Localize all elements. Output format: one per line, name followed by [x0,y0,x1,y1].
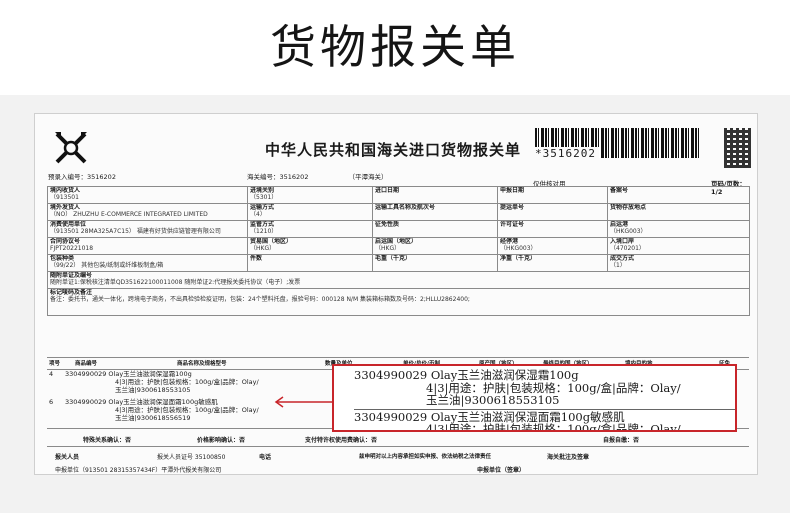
field-row: 随附单证及编号 随附单证1:保税核注清单QD351622100011008 随附单… [47,271,750,289]
zoom-line: 4|3|用途：护肤|包装规格：100g/盒|品牌：Olay/ [426,422,681,432]
divider [47,446,749,447]
field-row: 消费使用单位 （913501 28MA325A7C15） 福建有好货供应链管理有限… [47,220,750,238]
zoom-line: 玉兰油|9300618553105 [426,393,560,407]
list-item: 4|3|用途：护肤|包装规格：100g/盒|品牌：Olay/ [115,406,259,414]
goods-item-number: 6 [49,398,54,406]
customs-number: 海关编号：3516202 （平潭海关） [247,173,388,181]
field-row: 标记唛码及备注 备注：委托书，通关一体化，跨境电子商务，不出具检验检疫证明，包装：… [47,288,750,316]
field-row: 包装种类 （99/22） 其他包装/纸制或纤维板制盒/箱 件数 毛重（千克） 净重… [47,254,750,272]
zoom-line: 3304990029 Olay玉兰油滋润保湿面霜100g敏感肌 [354,408,735,424]
barcode-number: *3516202 [535,147,599,160]
list-item: 玉兰油|9300618553105 [115,386,191,394]
qr-code [724,128,751,168]
list-item: 3304990029 Olay玉兰油滋润保湿霜100g [65,370,192,378]
zoomed-goods-detail: 3304990029 Olay玉兰油滋润保湿霜100g 4|3|用途：护肤|包装… [332,364,737,432]
goods-item-number: 4 [49,370,54,378]
zoom-line: 3304990029 Olay玉兰油滋润保湿霜100g [354,368,579,382]
field-row: 合同协议号 FJPT20221018 贸易国（地区） （HKG） 启运国（地区） （H… [47,237,750,255]
arrow-left-icon [274,396,335,408]
field-row: 境内收货人 （913501 进境关别 （5301） 进口日期 申报日期 备案号 [47,186,750,204]
customs-emblem-icon [55,132,87,164]
declaration-fields: 境内收货人 （913501 进境关别 （5301） 进口日期 申报日期 备案号 境外… [47,186,750,316]
field-row: 境外发货人 （NO） ZHUZHU E-COMMERCE INTEGRATED L… [47,203,750,221]
document-title: 中华人民共和国海关进口货物报关单 [265,141,522,159]
page-title: 货物报关单 [0,0,790,95]
list-item: 3304990029 Olay玉兰油滋润保湿面霜100g敏感肌 [65,398,218,406]
list-item: 4|3|用途：护肤|包装规格：100g/盒|品牌：Olay/ [115,378,259,386]
pre-entry-number: 预录入编号：3516202 [48,173,116,181]
list-item: 玉兰油|9300618556519 [115,414,191,422]
